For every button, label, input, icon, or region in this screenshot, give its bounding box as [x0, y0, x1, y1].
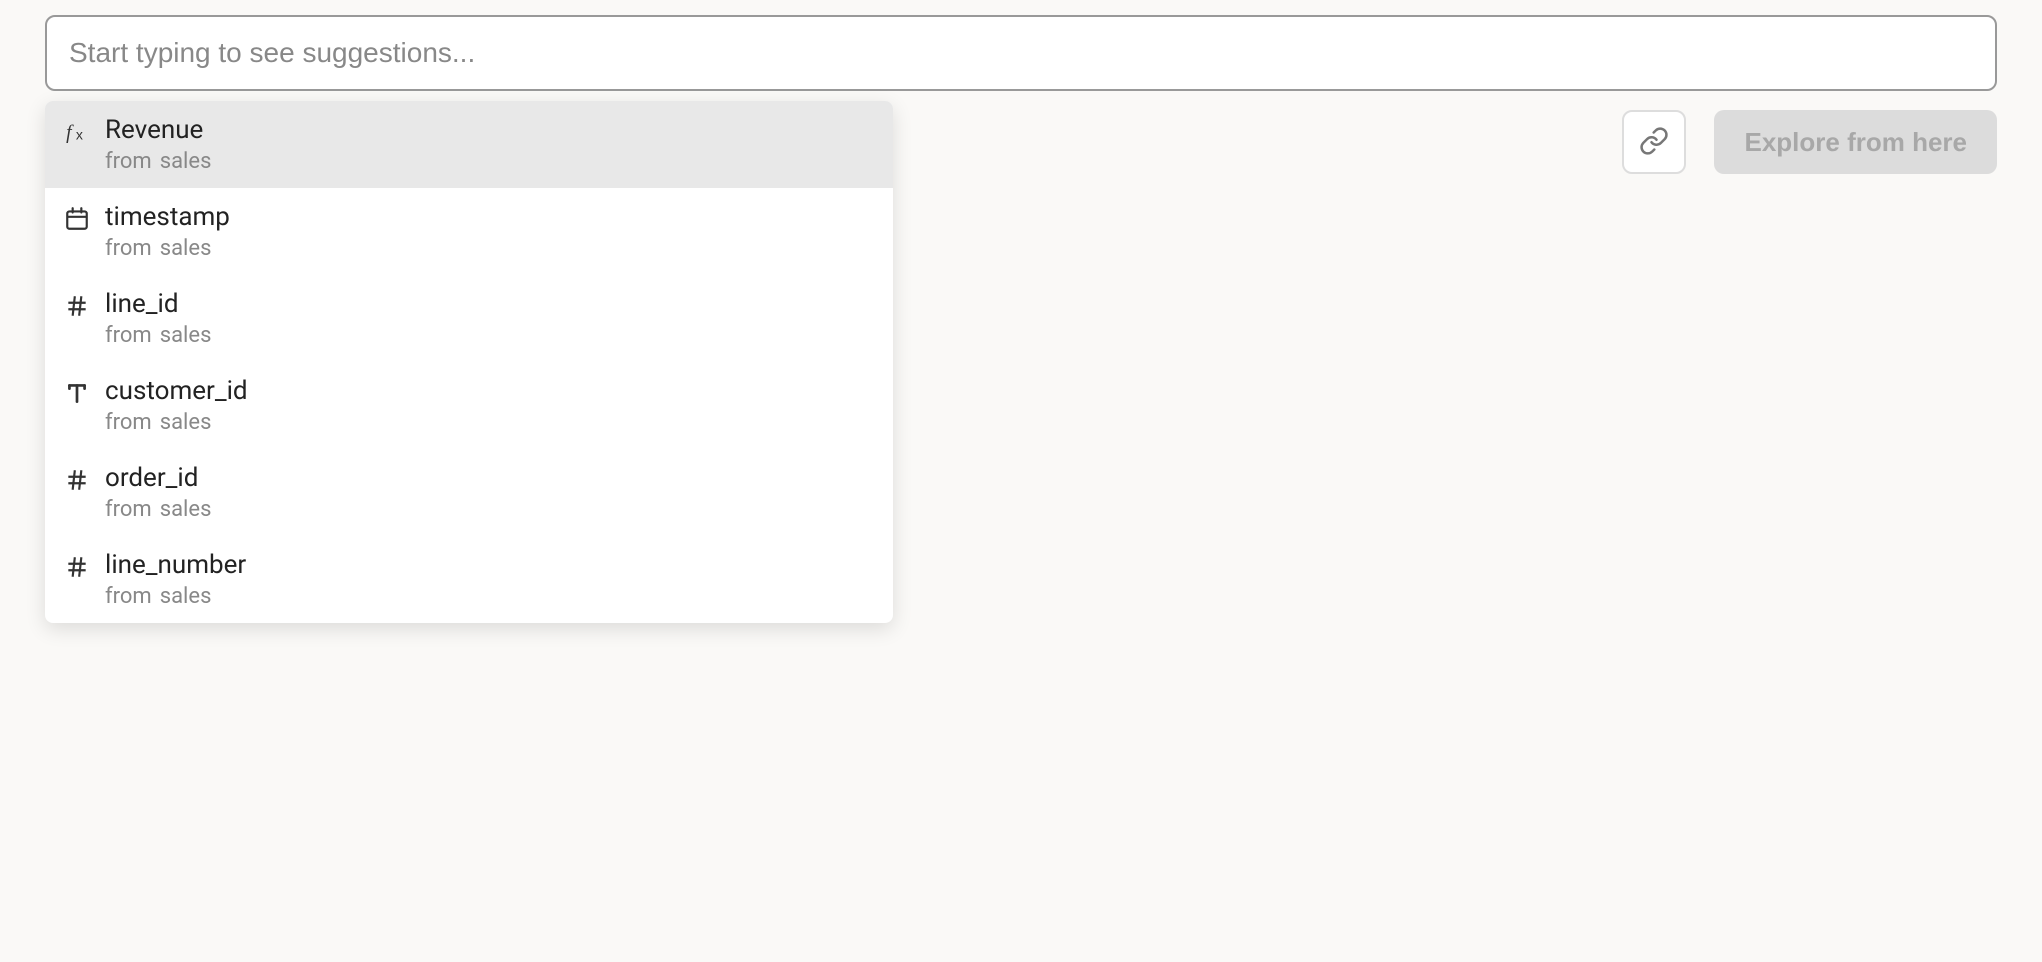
suggestion-label: line_id — [105, 289, 211, 319]
search-input[interactable] — [45, 15, 1997, 91]
suggestions-dropdown: Revenuefromsalestimestampfromsalesline_i… — [45, 101, 893, 623]
suggestion-sublabel: fromsales — [105, 149, 211, 174]
suggestion-item[interactable]: line_number fromsales — [45, 536, 893, 623]
suggestion-label: customer_id — [105, 376, 248, 406]
suggestion-item[interactable]: Revenue fromsales — [45, 101, 893, 188]
calendar-icon — [63, 205, 91, 233]
suggestion-item[interactable]: line_id fromsales — [45, 275, 893, 362]
suggestion-sublabel: fromsales — [105, 584, 246, 609]
suggestion-label: line_number — [105, 550, 246, 580]
suggestion-content: line_id fromsales — [105, 289, 211, 348]
suggestion-content: line_number fromsales — [105, 550, 246, 609]
suggestion-content: customer_id fromsales — [105, 376, 248, 435]
explore-button[interactable]: Explore from here — [1714, 110, 1997, 174]
search-container: Explore from here Revenuefromsalestimest… — [45, 15, 1997, 91]
suggestion-sublabel: fromsales — [105, 497, 211, 522]
suggestion-item[interactable]: customer_id fromsales — [45, 362, 893, 449]
suggestion-label: Revenue — [105, 115, 211, 145]
suggestion-content: timestamp fromsales — [105, 202, 230, 261]
suggestion-label: timestamp — [105, 202, 230, 232]
hash-icon — [63, 466, 91, 494]
suggestion-sublabel: fromsales — [105, 236, 230, 261]
text-icon — [63, 379, 91, 407]
suggestion-content: Revenue fromsales — [105, 115, 211, 174]
suggestion-item[interactable]: order_id fromsales — [45, 449, 893, 536]
fx-icon — [63, 118, 91, 146]
suggestions-scroll[interactable]: Revenuefromsalestimestampfromsalesline_i… — [45, 101, 893, 623]
link-button[interactable] — [1622, 110, 1686, 174]
suggestion-item[interactable]: timestamp fromsales — [45, 188, 893, 275]
suggestion-sublabel: fromsales — [105, 323, 211, 348]
action-toolbar: Explore from here — [1622, 110, 1997, 174]
suggestion-sublabel: fromsales — [105, 410, 248, 435]
link-icon — [1639, 126, 1669, 159]
hash-icon — [63, 292, 91, 320]
hash-icon — [63, 553, 91, 581]
suggestion-label: order_id — [105, 463, 211, 493]
suggestion-content: order_id fromsales — [105, 463, 211, 522]
